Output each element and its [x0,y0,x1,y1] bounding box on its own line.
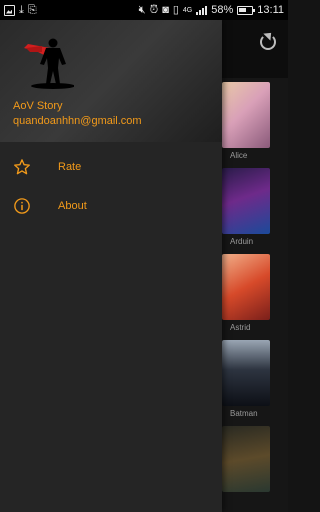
account-email: quandoanhhn@gmail.com [13,115,142,127]
download-icon: ⤓ [19,3,24,16]
hero-card[interactable]: Arduin [222,168,282,254]
hero-card[interactable]: Batman [222,340,282,426]
hero-thumbnail [222,82,270,148]
hero-name: Alice [230,151,248,160]
vibrate-icon: ▯ [172,3,179,16]
account-name: AoV Story [13,100,63,112]
hero-thumbnail [222,254,270,320]
navigation-drawer: AoV Story quandoanhhn@gmail.com Rate Abo… [0,20,222,512]
superhero-silhouette-icon [24,38,74,89]
star-outline-icon [14,158,30,174]
hero-card[interactable]: Astrid [222,254,282,340]
menu-item-label: Rate [58,160,82,173]
drawer-menu: Rate About [0,147,222,225]
hero-thumbnail [222,168,270,234]
refresh-icon[interactable] [260,34,276,50]
hero-name: Arduin [230,237,254,246]
status-bar: ⤓ ⎘ 🔇︎ ⏰︎ ◙ ▯ 4G 58% 13:11 [0,0,288,20]
clipboard-icon: ⎘ [27,3,37,16]
hero-thumbnail [222,340,270,406]
battery-icon [237,5,256,15]
menu-item-about[interactable]: About [0,186,222,225]
clock: 13:11 [257,4,284,16]
drawer-header: AoV Story quandoanhhn@gmail.com [0,20,222,142]
info-circle-icon [14,197,30,214]
hero-card[interactable]: Alice [222,82,282,168]
menu-item-label: About [58,199,87,212]
mute-icon: 🔇︎ [138,3,146,16]
hero-list: Alice Arduin Astrid Batman [222,82,282,512]
menu-item-rate[interactable]: Rate [0,147,222,186]
status-bar-left: ⤓ ⎘ [4,3,37,16]
hero-name: Batman [230,409,258,418]
hero-name: Astrid [230,323,251,332]
nfc-icon: ◙ [162,3,169,16]
status-bar-right: 🔇︎ ⏰︎ ◙ ▯ 4G 58% 13:11 [139,4,284,16]
signal-icon [196,5,208,15]
hero-thumbnail [222,426,270,492]
alarm-icon: ⏰︎ [149,3,159,16]
battery-percent: 58% [211,4,234,16]
hero-card[interactable] [222,426,282,512]
network-type-label: 4G [182,6,193,14]
image-icon [4,4,15,16]
